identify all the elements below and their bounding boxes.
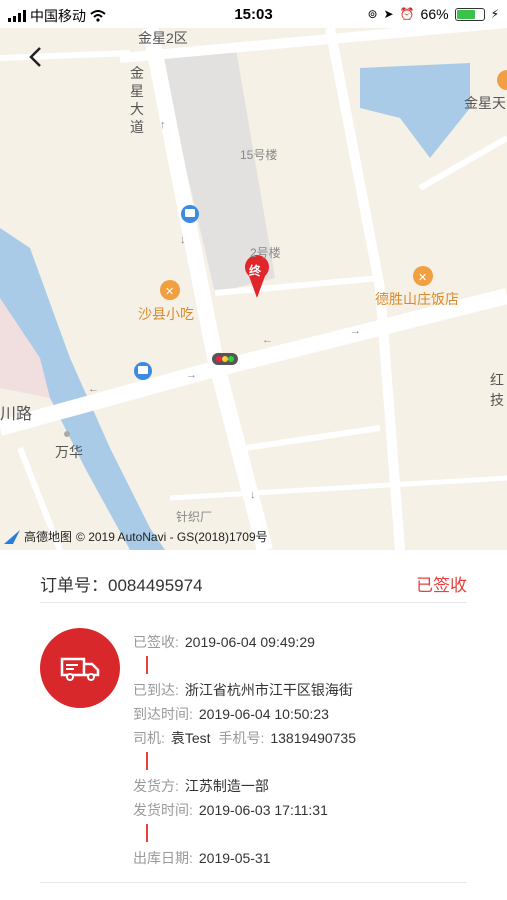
road-arrow: →	[350, 325, 361, 337]
alarm-icon: ⏰	[399, 7, 415, 21]
logistics-timeline: 已签收: 2019-06-04 09:49:29 已到达: 浙江省杭州市江干区银海街…	[133, 630, 356, 870]
map-label: 沙县小吃	[138, 306, 194, 322]
back-button[interactable]	[20, 42, 50, 72]
timeline-connector	[146, 656, 148, 674]
map-label: 针织厂	[176, 510, 213, 524]
order-number-row: 订单号：0084495974	[40, 571, 203, 596]
map-label: 15号楼	[240, 148, 278, 162]
timeline-connector	[146, 824, 148, 842]
map-attribution: 高德地图 © 2019 AutoNavi - GS(2018)1709号	[4, 528, 268, 545]
map-label: 川路	[0, 406, 33, 423]
back-arrow-icon	[29, 47, 41, 67]
order-number: 0084495974	[108, 575, 203, 595]
amap-logo-text: 高德地图	[24, 530, 73, 544]
map-label: 德胜山庄饭店	[375, 291, 459, 307]
timeline-value: 浙江省杭州市江干区银海街	[184, 682, 353, 698]
restaurant-icon	[497, 70, 507, 90]
poi-dot	[64, 431, 70, 437]
timeline-key: 发货时间:	[133, 802, 193, 818]
location-icon: ➤	[383, 7, 394, 21]
timeline-key: 司机:	[133, 730, 165, 746]
svg-text:✕: ✕	[165, 286, 174, 298]
order-header: 订单号：0084495974 已签收	[40, 564, 467, 603]
divider	[40, 882, 467, 883]
timeline-key: 出库日期:	[133, 850, 193, 866]
road-arrow: ↓	[250, 489, 256, 501]
map-label: 金星大道	[130, 65, 144, 135]
battery-percent: 66%	[420, 6, 449, 22]
timeline-shipper: 发货方: 江苏制造一部	[133, 774, 356, 798]
timeline-value: 2019-05-31	[198, 850, 271, 866]
order-number-label: 订单号：	[40, 575, 108, 595]
timeline-key: 已到达:	[133, 682, 179, 698]
amap-logo-icon	[4, 529, 20, 544]
map-view[interactable]: ↓ ↓ ← → ← → ↑ ✕ ✕ 金星2区 金星大道 金星天 15号楼 2号楼…	[0, 28, 507, 550]
map-label: 金星天	[464, 95, 506, 111]
timeline-key: 到达时间:	[133, 706, 193, 722]
timeline-key: 发货方:	[133, 778, 179, 794]
road-bottom	[169, 475, 507, 501]
timeline-value: 2019-06-04 10:50:23	[198, 706, 329, 722]
screen-lock-icon: ⊚	[367, 7, 378, 21]
map-label: 技	[490, 392, 504, 408]
road-arrow: ←	[88, 383, 99, 395]
order-detail-panel: 订单号：0084495974 已签收 已签收: 2019-06-04 09:49:…	[0, 550, 507, 900]
driver-phone[interactable]: 13819490735	[270, 730, 356, 746]
status-right: ⊚ ➤ ⏰ 66% ⚡	[367, 6, 499, 22]
charging-icon: ⚡	[490, 7, 499, 21]
destination-marker-label: 终	[249, 264, 262, 278]
timeline-key: 已签收:	[133, 634, 179, 650]
order-status: 已签收	[416, 575, 467, 595]
timeline-out-date: 出库日期: 2019-05-31	[133, 846, 356, 870]
road-arrow: ↑	[160, 119, 166, 131]
timeline-value: 袁Test	[170, 730, 211, 746]
truck-badge	[40, 628, 120, 708]
timeline-value: 2019-06-03 17:11:31	[198, 802, 328, 818]
map-label: 红	[490, 372, 504, 388]
road-arrow: ↓	[180, 234, 186, 246]
road-arrow: →	[186, 369, 197, 381]
road-main-horizontal	[0, 288, 507, 436]
map-label: 金星2区	[138, 30, 188, 46]
battery-icon	[454, 7, 485, 21]
attribution-text: © 2019 AutoNavi - GS(2018)1709号	[76, 530, 268, 544]
road-lower	[244, 425, 381, 451]
timeline-driver: 司机: 袁Test 手机号: 13819490735	[133, 726, 356, 750]
svg-text:✕: ✕	[418, 272, 427, 284]
road-arrow: ←	[262, 334, 273, 346]
truck-icon	[60, 657, 100, 681]
status-bar: 中国移动 15:03 ⊚ ➤ ⏰ 66% ⚡	[0, 0, 507, 28]
timeline-arrived: 已到达: 浙江省杭州市江干区银海街	[133, 678, 356, 702]
timeline-key: 手机号:	[218, 730, 265, 746]
map-label: 2号楼	[250, 246, 281, 260]
timeline-connector	[146, 752, 148, 770]
map-label: 万华	[55, 444, 83, 460]
timeline-value: 江苏制造一部	[184, 778, 269, 794]
timeline-signed: 已签收: 2019-06-04 09:49:29	[133, 630, 356, 654]
timeline-value: 2019-06-04 09:49:29	[184, 634, 315, 650]
timeline-arrival-time: 到达时间: 2019-06-04 10:50:23	[133, 702, 356, 726]
lake	[360, 63, 470, 158]
timeline-ship-time: 发货时间: 2019-06-03 17:11:31	[133, 798, 356, 822]
